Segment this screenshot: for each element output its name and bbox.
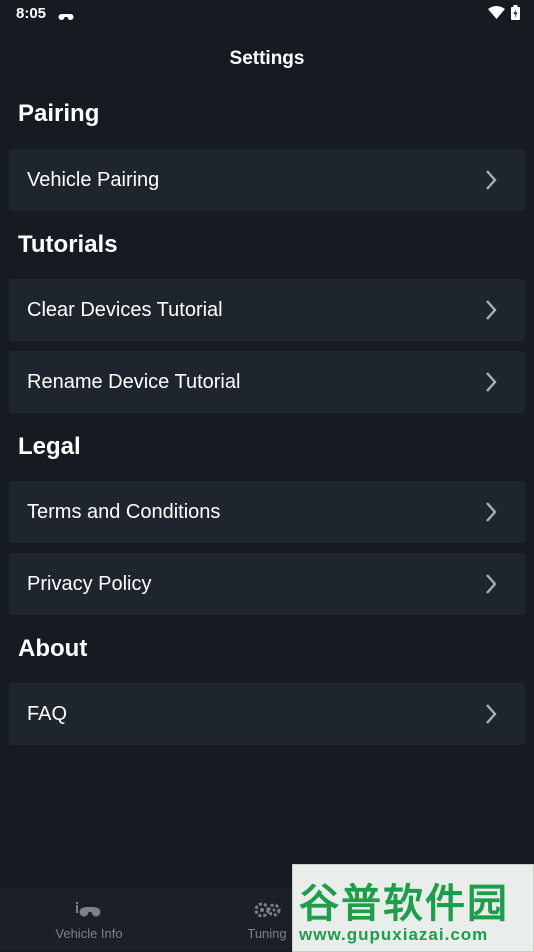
row-label: Vehicle Pairing bbox=[27, 168, 160, 191]
nav-label: Vehicle Info bbox=[55, 926, 123, 941]
row-label: Terms and Conditions bbox=[27, 500, 221, 523]
status-time: 8:05 bbox=[16, 5, 47, 22]
motorcycle-info-icon bbox=[0, 902, 178, 918]
watermark-logo: 谷普软件园 www.gupuxiazai.com bbox=[292, 864, 534, 952]
chevron-right-icon bbox=[485, 573, 497, 600]
clear-devices-tutorial-row[interactable]: Clear Devices Tutorial bbox=[9, 279, 525, 341]
section-title-about: About bbox=[18, 635, 88, 662]
rename-device-tutorial-row[interactable]: Rename Device Tutorial bbox=[9, 351, 525, 413]
row-label: Privacy Policy bbox=[27, 572, 152, 595]
vehicle-pairing-row[interactable]: Vehicle Pairing bbox=[9, 149, 525, 211]
section-title-pairing: Pairing bbox=[18, 100, 100, 127]
watermark-text: 谷普软件园 bbox=[299, 882, 509, 926]
chevron-right-icon bbox=[485, 371, 497, 398]
row-label: Rename Device Tutorial bbox=[27, 370, 241, 393]
faq-row[interactable]: FAQ bbox=[9, 683, 525, 745]
status-icons bbox=[488, 5, 520, 25]
wifi-icon bbox=[488, 6, 505, 24]
row-label: FAQ bbox=[27, 702, 68, 725]
privacy-policy-row[interactable]: Privacy Policy bbox=[9, 553, 525, 615]
section-title-legal: Legal bbox=[18, 433, 81, 460]
section-title-tutorials: Tutorials bbox=[18, 231, 118, 258]
nav-item-vehicle-info[interactable]: Vehicle Info bbox=[0, 888, 178, 950]
chevron-right-icon bbox=[485, 703, 497, 730]
terms-and-conditions-row[interactable]: Terms and Conditions bbox=[9, 481, 525, 543]
status-bar: 8:05 bbox=[0, 0, 534, 28]
chevron-right-icon bbox=[485, 501, 497, 528]
chevron-right-icon bbox=[485, 169, 497, 196]
chevron-right-icon bbox=[485, 299, 497, 326]
battery-icon bbox=[511, 5, 520, 25]
motorcycle-notification-icon bbox=[58, 8, 74, 26]
row-label: Clear Devices Tutorial bbox=[27, 298, 223, 321]
page-title: Settings bbox=[229, 48, 305, 69]
watermark-url: www.gupuxiazai.com bbox=[299, 925, 489, 944]
